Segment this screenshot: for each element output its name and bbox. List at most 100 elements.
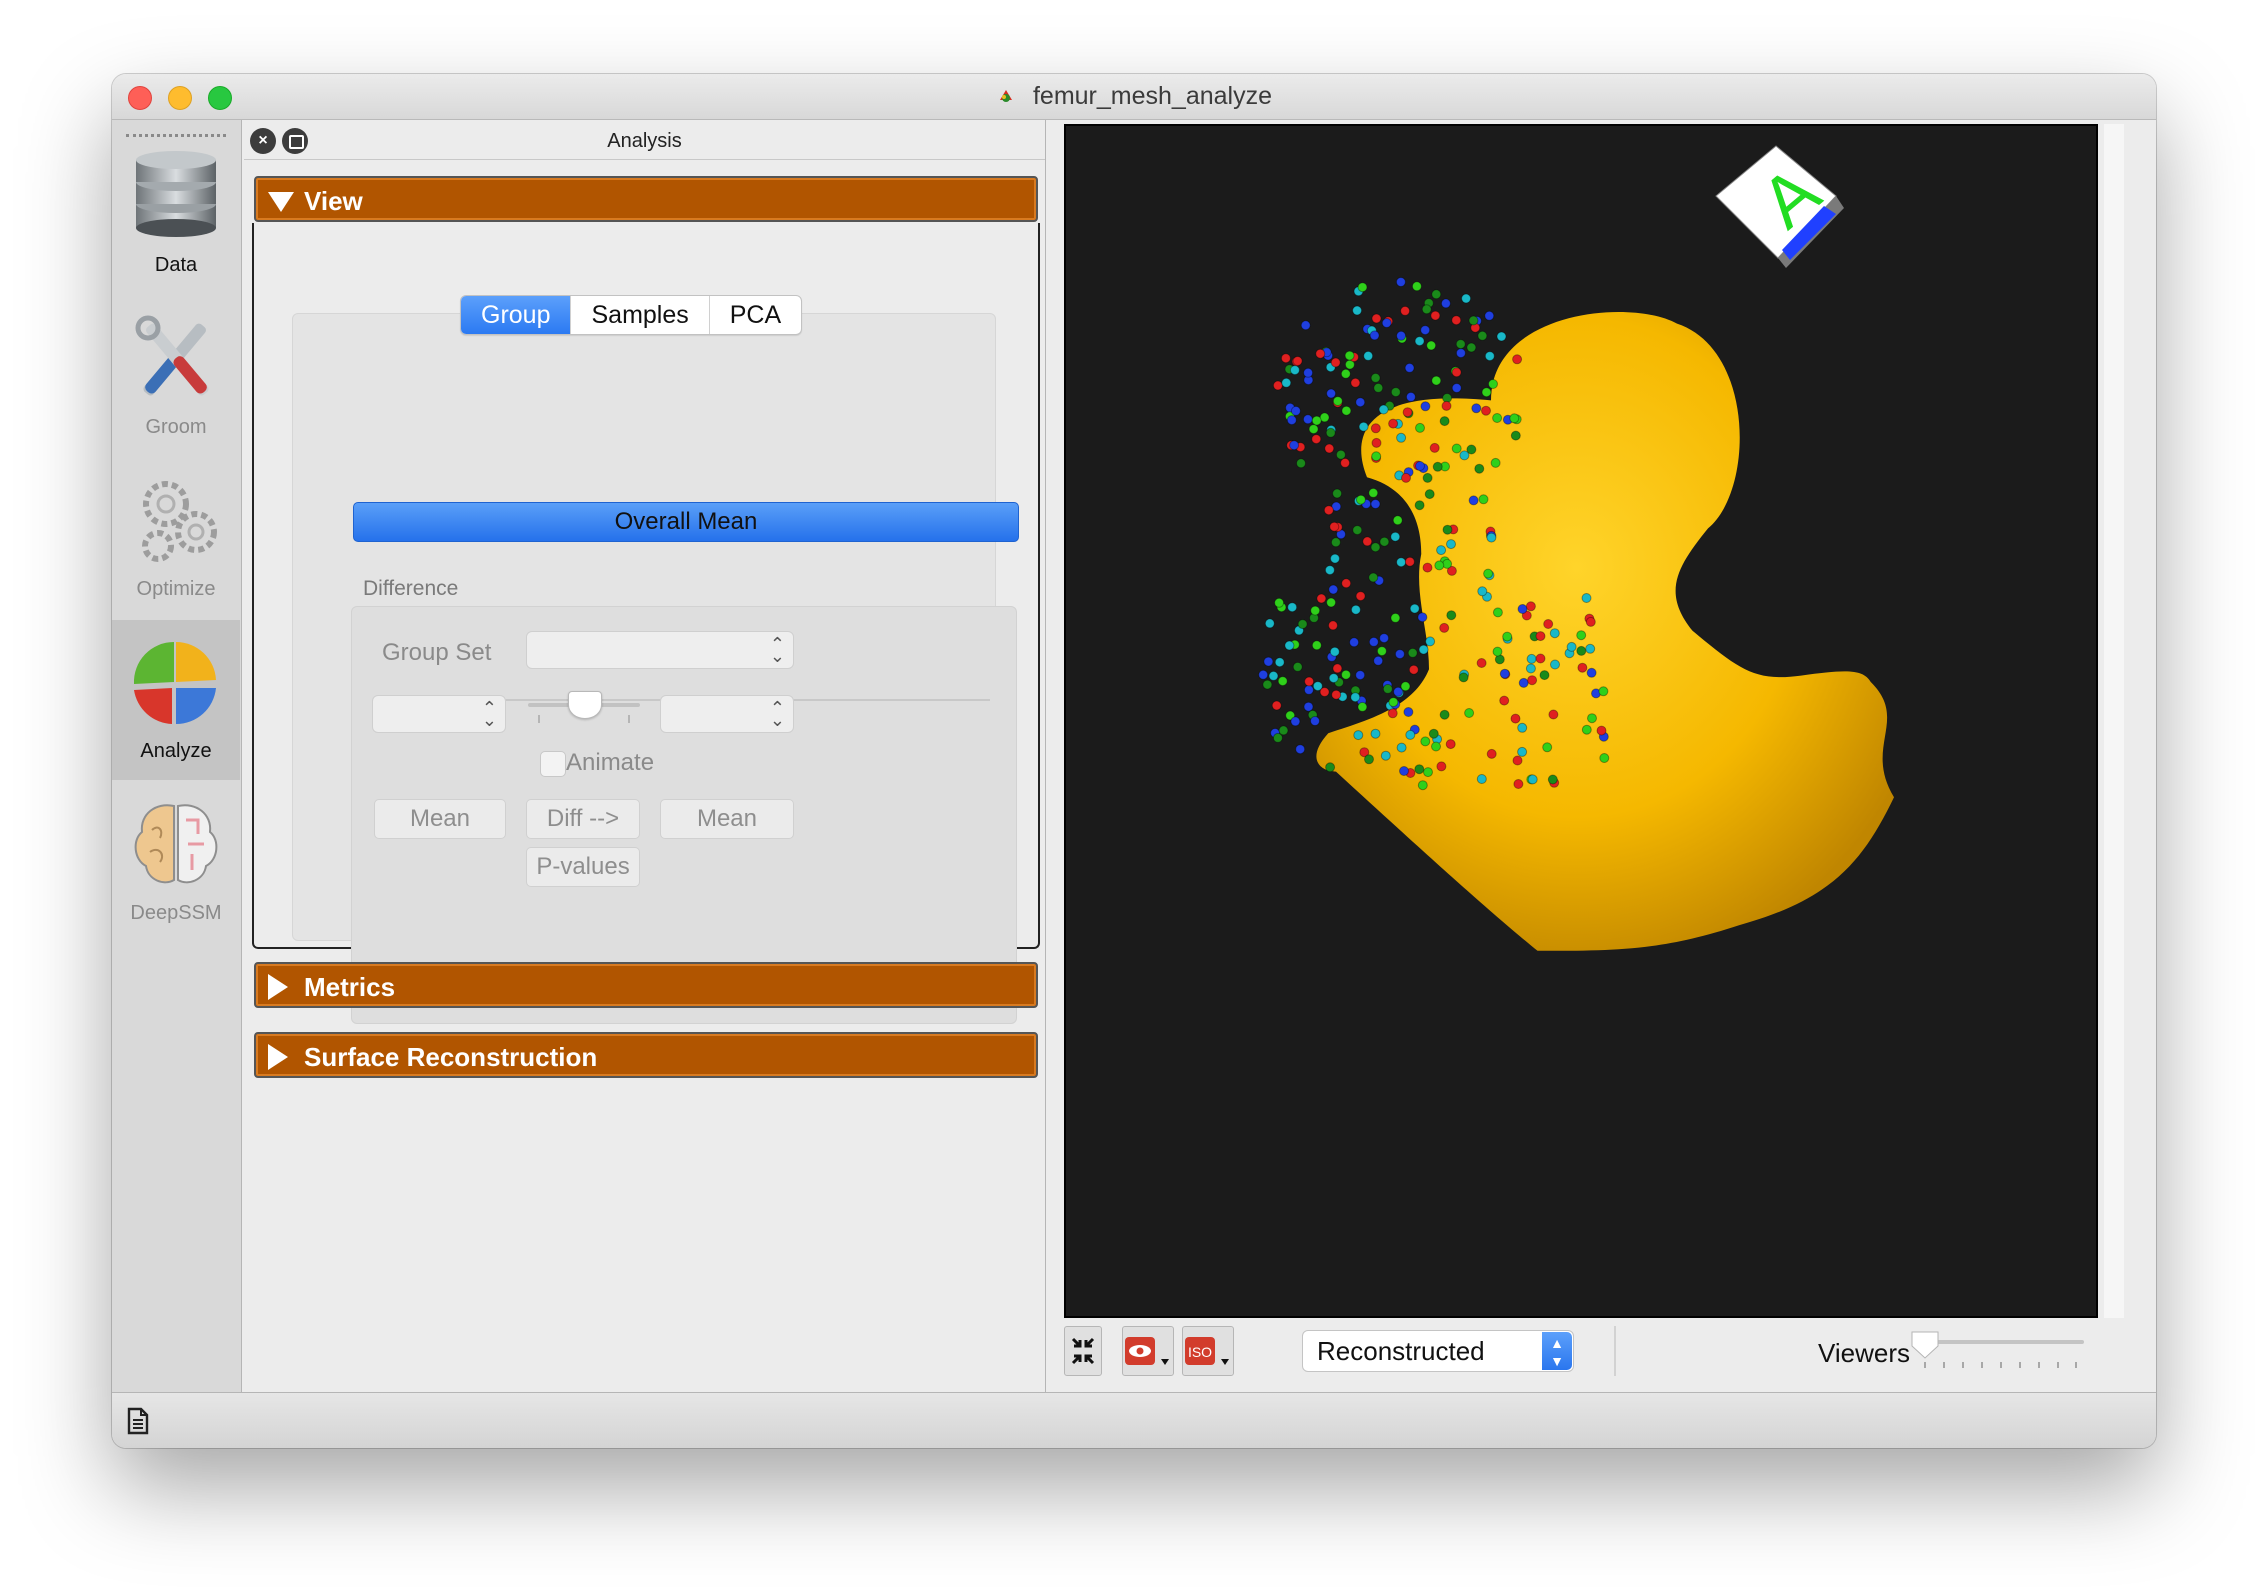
particle: [1422, 472, 1433, 483]
particle: [1466, 342, 1477, 353]
particle: [1502, 631, 1513, 642]
particle: [1329, 646, 1340, 657]
tab-pca[interactable]: PCA: [708, 296, 801, 334]
particle: [1401, 472, 1411, 483]
particle: [1263, 656, 1274, 667]
particle: [1451, 367, 1462, 378]
mean-right-button[interactable]: Mean: [660, 799, 794, 839]
particle: [1324, 565, 1335, 576]
particle: [1459, 450, 1470, 461]
document-icon[interactable]: [126, 1407, 150, 1435]
animate-checkbox[interactable]: [540, 751, 566, 777]
analysis-panel: × Analysis View Overall Mean Difference …: [244, 120, 1046, 1392]
particle: [1344, 350, 1355, 361]
particle: [1364, 754, 1374, 765]
pie-chart-icon: [133, 641, 216, 725]
status-bar: [112, 1392, 2156, 1448]
particle: [1400, 305, 1411, 316]
particle: [1272, 380, 1283, 391]
zoom-fit-button[interactable]: [1064, 1326, 1102, 1376]
particle: [1585, 643, 1596, 654]
viewer-scrollbar[interactable]: [2104, 124, 2124, 1318]
particle: [1484, 310, 1495, 321]
chevron-updown-icon: ▲ ▼: [1542, 1332, 1572, 1370]
particle: [1535, 653, 1546, 664]
particle: [1304, 676, 1315, 687]
visibility-menu-button[interactable]: [1122, 1326, 1174, 1376]
particle: [1510, 430, 1521, 441]
particle: [1373, 382, 1384, 393]
particle: [1396, 330, 1407, 341]
module-sidebar: Data Groom Optimize Analyze DeepSSM: [112, 120, 242, 1392]
particle: [1490, 457, 1501, 468]
section-metrics-header[interactable]: Metrics: [254, 962, 1038, 1008]
tab-samples[interactable]: Samples: [570, 296, 708, 334]
particle: [1388, 418, 1399, 429]
toolbar-divider: [1614, 1326, 1616, 1376]
particle: [1492, 413, 1503, 423]
particle: [1328, 620, 1338, 631]
particle: [1464, 708, 1475, 718]
particle: [1474, 463, 1485, 474]
module-optimize[interactable]: Optimize: [112, 458, 240, 618]
particle: [1280, 353, 1291, 364]
particle: [1439, 622, 1450, 633]
chevron-updown-icon: ⌃ ⌄: [769, 634, 785, 666]
right-group-select[interactable]: ⌃ ⌄: [660, 695, 794, 733]
particle: [1396, 432, 1407, 443]
particle: [1477, 330, 1488, 341]
particle: [1403, 707, 1414, 717]
particle: [1357, 701, 1368, 712]
particle: [1445, 739, 1456, 750]
module-analyze[interactable]: Analyze: [112, 620, 240, 780]
viewers-slider[interactable]: [1908, 1328, 2088, 1374]
particle: [1577, 662, 1588, 673]
section-view-header[interactable]: View: [254, 176, 1038, 222]
particle: [1277, 676, 1288, 687]
particle: [1512, 354, 1523, 365]
tab-group[interactable]: Group: [461, 296, 571, 334]
section-title: Metrics: [304, 972, 396, 1002]
particle: [1535, 631, 1546, 642]
module-groom[interactable]: Groom: [112, 296, 240, 456]
chevron-updown-icon: ⌃ ⌄: [481, 698, 497, 730]
group-set-select[interactable]: ⌃ ⌄: [526, 631, 794, 669]
particle: [1332, 396, 1343, 407]
module-deepssm[interactable]: DeepSSM: [112, 782, 240, 942]
iso-menu-button[interactable]: ISO: [1182, 1326, 1234, 1376]
group-slider-thumb[interactable]: [568, 691, 602, 719]
pvalues-button[interactable]: P-values: [526, 847, 640, 887]
particle: [1407, 647, 1418, 658]
particle: [1415, 461, 1425, 471]
particle: [1292, 661, 1303, 672]
particle: [1274, 657, 1285, 668]
particle: [1353, 730, 1364, 741]
group-set-label: Group Set: [382, 639, 492, 666]
module-data[interactable]: Data: [112, 134, 240, 294]
gears-icon: [142, 481, 217, 562]
particle: [1598, 686, 1609, 697]
particle: [1341, 669, 1351, 680]
particle: [1330, 357, 1341, 368]
particle: [1371, 451, 1382, 462]
particle: [1420, 401, 1431, 412]
particle: [1426, 340, 1437, 351]
particle: [1414, 764, 1425, 775]
left-group-select[interactable]: ⌃ ⌄: [372, 695, 506, 733]
particle: [1430, 310, 1441, 321]
3d-viewer[interactable]: A: [1064, 124, 2098, 1318]
particle: [1326, 597, 1337, 608]
view-section-body: Overall Mean Difference Group Set ⌃ ⌄ ⌃ ⌄: [252, 223, 1040, 1024]
particle: [1381, 318, 1392, 328]
panel-header: × Analysis: [244, 120, 1045, 160]
display-mode-select[interactable]: Reconstructed ▲ ▼: [1302, 1330, 1574, 1372]
diff-button[interactable]: Diff -->: [526, 799, 640, 839]
section-surface-header[interactable]: Surface Reconstruction: [254, 1032, 1038, 1078]
particle: [1316, 593, 1327, 604]
particle: [1512, 755, 1523, 766]
mean-left-button[interactable]: Mean: [374, 799, 506, 839]
overall-mean-button[interactable]: Overall Mean: [353, 502, 1019, 542]
particle: [1370, 423, 1381, 434]
title-bar: femur_mesh_analyze: [112, 74, 2156, 120]
particle: [1329, 521, 1340, 532]
